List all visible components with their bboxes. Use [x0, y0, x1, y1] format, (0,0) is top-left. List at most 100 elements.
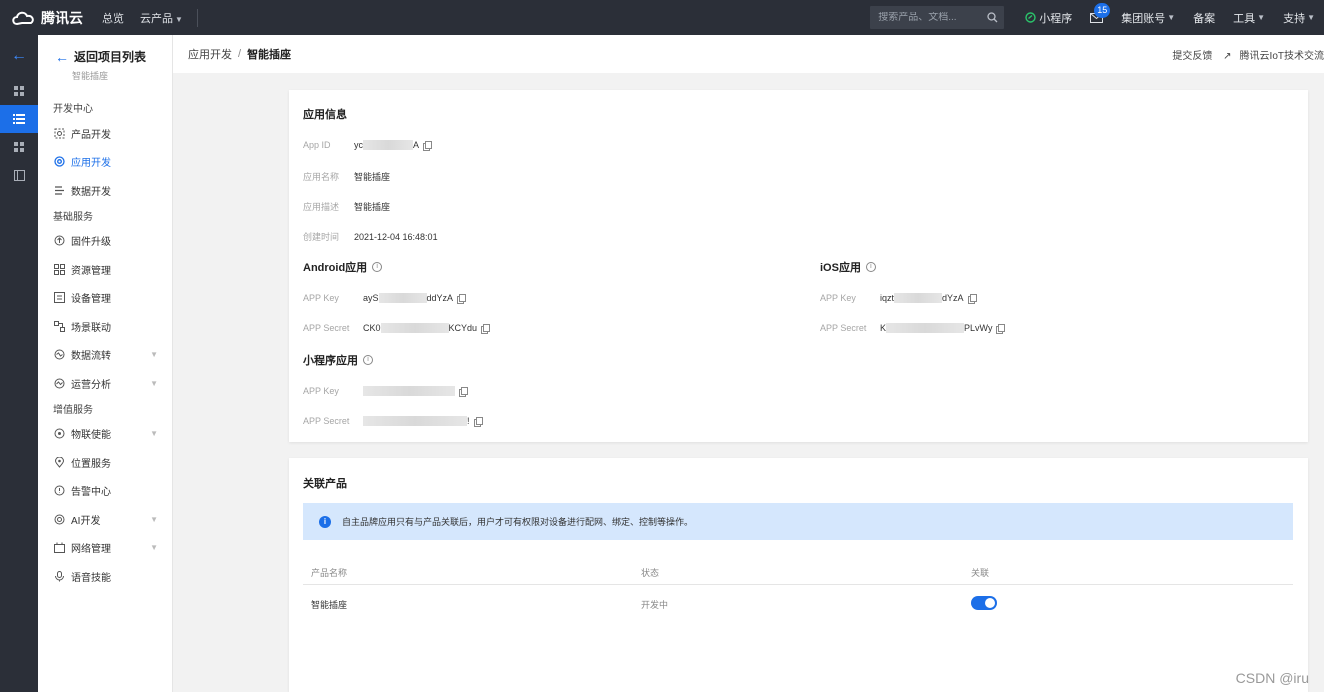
android-key-prefix: ayS [363, 293, 379, 303]
ai-icon [53, 513, 65, 525]
back-block: ← 返回项目列表 智能插座 [38, 35, 172, 97]
arrow-left-icon[interactable]: ← [0, 35, 38, 77]
product-status: 开发中 [641, 600, 669, 610]
menu-item-data-dev[interactable]: 数据开发 [38, 176, 172, 205]
menu-label: 设备管理 [71, 294, 111, 306]
app-desc-row: 应用描述 智能插座 [303, 200, 390, 213]
nav-products-label: 云产品 [140, 12, 173, 25]
device-icon [53, 292, 65, 304]
community-link[interactable]: 腾讯云IoT技术交流 [1240, 47, 1324, 62]
menu-item-location[interactable]: 位置服务 [38, 448, 172, 477]
field-label: APP Secret [820, 323, 867, 333]
breadcrumb-parent[interactable]: 应用开发 [188, 46, 232, 62]
col-status: 状态 [641, 568, 660, 578]
menu-item-resources[interactable]: 资源管理 [38, 255, 172, 284]
copy-icon[interactable] [459, 386, 468, 397]
menu-label: 应用开发 [71, 158, 111, 170]
icon-rail: ← [0, 35, 38, 692]
copy-icon[interactable] [481, 323, 491, 334]
mail-count-badge: 15 [1094, 2, 1111, 18]
field-label: APP Secret [303, 323, 350, 333]
related-products-card: 关联产品 i 自主品牌应用只有与产品关联后，用户才可有权限对设备进行配网、绑定、… [289, 458, 1308, 692]
nav-overview[interactable]: 总览 [94, 10, 132, 26]
masked-value [894, 293, 943, 303]
analysis-icon [53, 377, 65, 389]
project-name: 智能插座 [72, 71, 109, 81]
menu-item-data-forward[interactable]: 数据流转 ▼ [38, 341, 172, 370]
mail-button[interactable]: 15 [1081, 2, 1112, 23]
scene-link-icon [53, 320, 65, 332]
nav-products[interactable]: 云产品 ▼ [132, 10, 191, 26]
top-navbar: 腾讯云 总览 云产品▼ 小程序 15 集团账号▼ 备案 工具▼ 支持▼ [0, 0, 1324, 35]
search-box[interactable] [870, 6, 1005, 29]
created-time-value: 2021-12-04 16:48:01 [354, 231, 438, 242]
table-row: 智能插座 开发中 [303, 590, 1293, 618]
notice-banner: i 自主品牌应用只有与产品关联后，用户才可有权限对设备进行配网、绑定、控制等操作… [303, 503, 1293, 540]
book-icon[interactable] [0, 161, 38, 189]
back-to-project-list[interactable]: ← 返回项目列表 [55, 48, 172, 65]
grid-icon[interactable] [0, 77, 38, 105]
menu-item-product-dev[interactable]: 产品开发 [38, 119, 172, 148]
menu-group-dev-center: 开发中心 [53, 104, 93, 115]
app-info-title: 应用信息 [303, 109, 347, 121]
data-forward-icon [53, 349, 65, 361]
menu-label: 网络管理 [71, 544, 111, 556]
copy-icon[interactable] [457, 293, 467, 304]
support-menu[interactable]: 支持 ▼ [1274, 10, 1324, 26]
ios-secret-row: APP Secret K PLvWy [820, 323, 1006, 334]
apps-icon[interactable] [0, 133, 38, 161]
menu-item-voice[interactable]: 语音技能 [38, 562, 172, 591]
ios-key-suffix: dYzA [942, 293, 964, 303]
field-label: 应用描述 [303, 202, 340, 212]
menu-group-basic-services: 基础服务 [53, 211, 93, 223]
menu-label: 位置服务 [71, 458, 111, 470]
chevron-down-icon: ▼ [1167, 13, 1176, 22]
menu-item-firmware[interactable]: 固件升级 [38, 227, 172, 256]
field-label: APP Secret [303, 416, 350, 426]
chevron-down-icon: ▼ [150, 543, 158, 553]
menu-group-value-added: 增值服务 [53, 404, 93, 416]
menu-item-ai-dev[interactable]: AI开发 ▼ [38, 505, 172, 534]
mini-program-link[interactable]: 小程序 [1016, 10, 1081, 26]
menu-item-ops-analysis[interactable]: 运营分析 ▼ [38, 369, 172, 398]
info-icon[interactable]: i [372, 262, 383, 272]
record-link[interactable]: 备案 [1184, 10, 1224, 26]
brand-logo[interactable]: 腾讯云 [0, 8, 94, 28]
account-menu[interactable]: 集团账号 ▼ [1112, 10, 1184, 26]
related-title: 关联产品 [303, 478, 347, 490]
masked-value [380, 323, 449, 333]
masked-value [363, 140, 413, 150]
menu-item-alarm[interactable]: 告警中心 [38, 477, 172, 506]
info-icon[interactable]: i [363, 355, 373, 365]
menu-label: 数据开发 [71, 186, 111, 198]
link-toggle[interactable] [971, 596, 997, 610]
app-desc-value: 智能插座 [354, 202, 391, 212]
list-icon[interactable] [0, 105, 38, 133]
iot-enable-icon [53, 428, 65, 440]
copy-icon[interactable] [473, 416, 483, 427]
menu-label: 固件升级 [71, 237, 111, 249]
menu-label: 产品开发 [71, 129, 111, 141]
menu-item-devices[interactable]: 设备管理 [38, 284, 172, 313]
android-title: Android应用 [303, 262, 368, 274]
menu-label: 物联使能 [71, 430, 111, 442]
copy-icon[interactable] [967, 293, 977, 304]
menu-item-app-dev[interactable]: 应用开发 [38, 148, 172, 177]
feedback-link[interactable]: 提交反馈 ↗ [1164, 47, 1231, 62]
app-name-value: 智能插座 [354, 172, 391, 182]
field-label: APP Key [303, 293, 339, 303]
tools-menu[interactable]: 工具 ▼ [1224, 10, 1274, 26]
copy-icon[interactable] [423, 140, 433, 151]
copy-icon[interactable] [996, 323, 1006, 334]
menu-item-network[interactable]: 网络管理 ▼ [38, 534, 172, 563]
search-icon[interactable] [987, 12, 998, 23]
android-key-row: APP Key ayS ddYzA [303, 293, 467, 304]
info-icon[interactable]: i [865, 262, 876, 272]
app-name-row: 应用名称 智能插座 [303, 170, 390, 183]
menu-item-iot-enable[interactable]: 物联使能 ▼ [38, 420, 172, 449]
search-input[interactable] [878, 12, 979, 23]
chevron-down-icon: ▼ [1257, 13, 1266, 22]
chevron-down-icon: ▼ [150, 429, 158, 439]
menu-item-scene[interactable]: 场景联动 [38, 312, 172, 341]
mini-program-label: 小程序 [1039, 12, 1073, 25]
